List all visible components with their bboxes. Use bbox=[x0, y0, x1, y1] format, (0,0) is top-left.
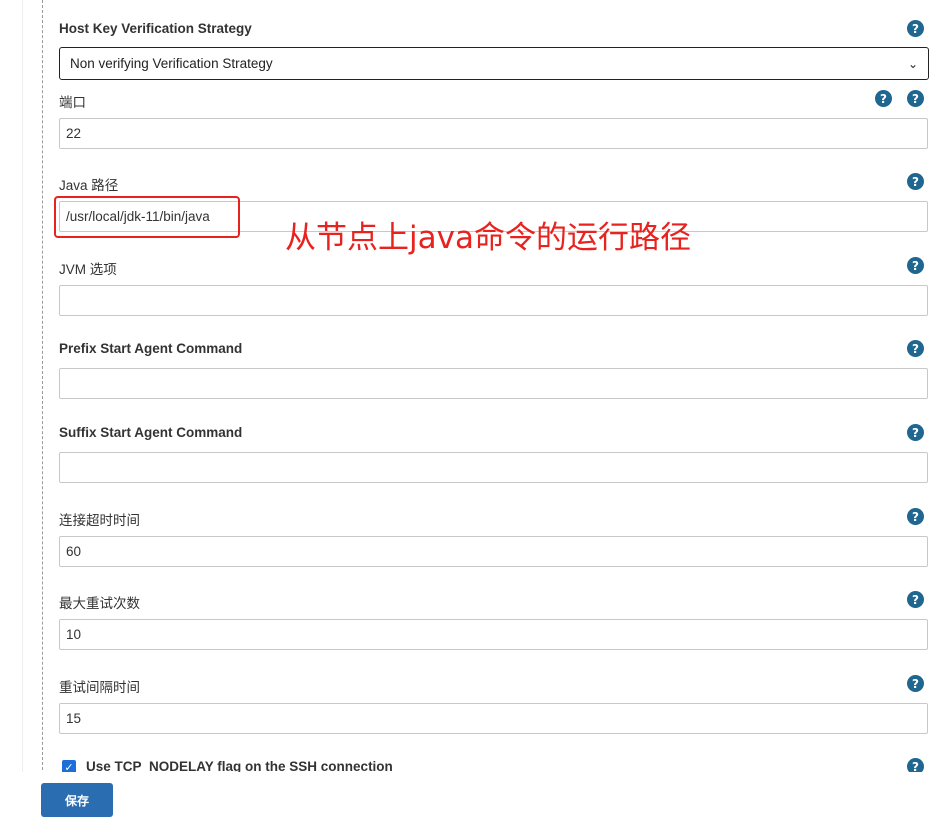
retry-wait-label: 重试间隔时间 bbox=[59, 680, 140, 695]
connect-timeout-help-icon[interactable]: ? bbox=[907, 508, 924, 525]
host-key-help-icon[interactable]: ? bbox=[907, 20, 924, 37]
prefix-cmd-label: Prefix Start Agent Command bbox=[59, 341, 243, 356]
left-rail bbox=[0, 0, 23, 811]
port-label: 端口 bbox=[59, 95, 86, 110]
suffix-cmd-label: Suffix Start Agent Command bbox=[59, 425, 243, 440]
port-input[interactable] bbox=[59, 118, 928, 149]
port-help-icon-2[interactable]: ? bbox=[907, 90, 924, 107]
jvm-options-help-icon[interactable]: ? bbox=[907, 257, 924, 274]
port-help-icon-1[interactable]: ? bbox=[875, 90, 892, 107]
section-divider bbox=[42, 0, 43, 770]
suffix-cmd-input[interactable] bbox=[59, 452, 928, 483]
prefix-cmd-help-icon[interactable]: ? bbox=[907, 340, 924, 357]
max-retries-help-icon[interactable]: ? bbox=[907, 591, 924, 608]
connect-timeout-input[interactable] bbox=[59, 536, 928, 567]
max-retries-input[interactable] bbox=[59, 619, 928, 650]
connect-timeout-label: 连接超时时间 bbox=[59, 513, 140, 528]
suffix-cmd-help-icon[interactable]: ? bbox=[907, 424, 924, 441]
chevron-down-icon: ⌄ bbox=[907, 56, 918, 71]
host-key-selected-value: Non verifying Verification Strategy bbox=[70, 56, 273, 71]
jvm-options-input[interactable] bbox=[59, 285, 928, 316]
jvm-options-label: JVM 选项 bbox=[59, 262, 117, 277]
host-key-select[interactable]: Non verifying Verification Strategy ⌄ bbox=[59, 47, 929, 80]
host-key-label: Host Key Verification Strategy bbox=[59, 21, 252, 36]
java-path-label: Java 路径 bbox=[59, 178, 119, 193]
retry-wait-help-icon[interactable]: ? bbox=[907, 675, 924, 692]
prefix-cmd-input[interactable] bbox=[59, 368, 928, 399]
save-button[interactable]: 保存 bbox=[41, 783, 113, 817]
java-path-help-icon[interactable]: ? bbox=[907, 173, 924, 190]
max-retries-label: 最大重试次数 bbox=[59, 596, 140, 611]
retry-wait-input[interactable] bbox=[59, 703, 928, 734]
bottom-bar bbox=[0, 772, 933, 811]
annotation-text: 从节点上java命令的运行路径 bbox=[285, 220, 691, 256]
